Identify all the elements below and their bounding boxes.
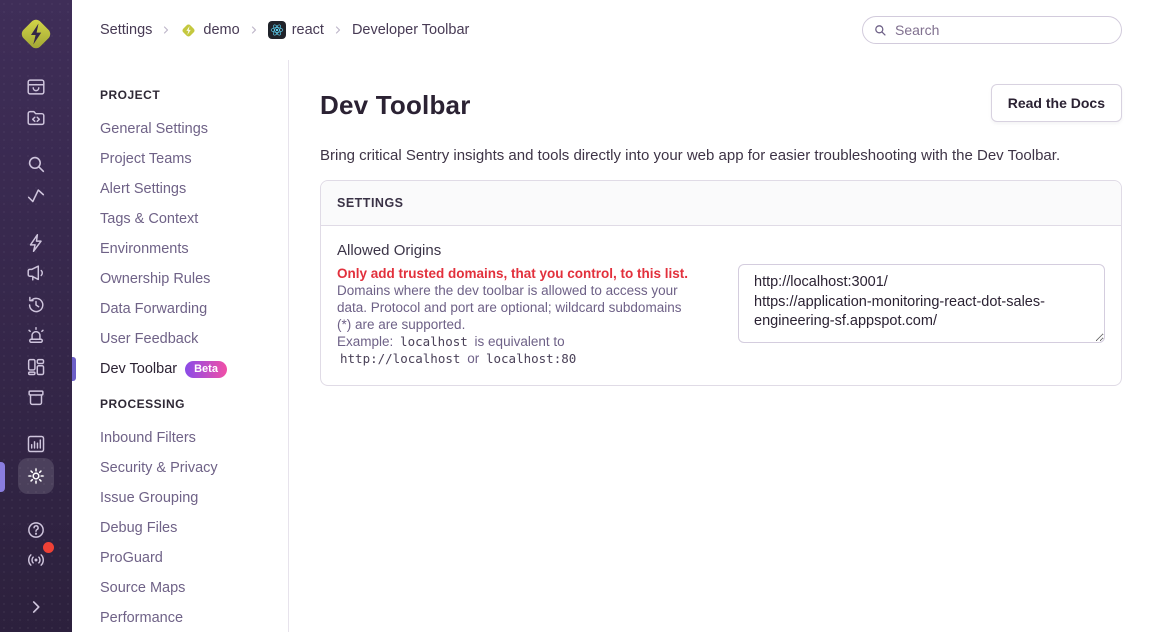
settings-panel-header: SETTINGS: [321, 181, 1121, 226]
breadcrumb: Settings demo react Developer Toolbar: [100, 21, 469, 39]
subnav-item-label: Dev Toolbar: [100, 361, 177, 377]
subnav-item-label: Debug Files: [100, 520, 177, 536]
breadcrumb-org-label: demo: [203, 22, 239, 38]
subnav-item-label: Performance: [100, 610, 183, 626]
allowed-origins-label: Allowed Origins: [337, 242, 689, 259]
search-input[interactable]: [862, 16, 1122, 44]
breadcrumb-settings-label: Settings: [100, 22, 152, 38]
subnav-item-label: User Feedback: [100, 331, 198, 347]
subnav-item-debug-files[interactable]: Debug Files: [72, 513, 288, 543]
page-title: Dev Toolbar: [320, 90, 471, 121]
allowed-origins-help: Domains where the dev toolbar is allowed…: [337, 282, 689, 367]
settings-panel: SETTINGS Allowed Origins Only add truste…: [320, 180, 1122, 386]
releases-box-icon[interactable]: [18, 380, 54, 416]
search-icon: [873, 23, 887, 37]
breadcrumb-page-label: Developer Toolbar: [352, 22, 469, 38]
sidebar-rail: [0, 0, 72, 632]
subnav-item-label: Issue Grouping: [100, 490, 198, 506]
settings-gear-icon[interactable]: [18, 458, 54, 494]
broadcast-icon[interactable]: [18, 542, 54, 578]
subnav-item-label: ProGuard: [100, 550, 163, 566]
subnav-item-security-privacy[interactable]: Security & Privacy: [72, 453, 288, 483]
allowed-origins-textarea[interactable]: http://localhost:3001/ https://applicati…: [738, 264, 1105, 343]
settings-subnav: PROJECT General Settings Project Teams A…: [72, 60, 289, 632]
subnav-item-label: General Settings: [100, 121, 208, 137]
chevron-right-icon: [332, 24, 344, 36]
megaphone-icon[interactable]: [18, 255, 54, 291]
subnav-item-label: Data Forwarding: [100, 301, 207, 317]
subnav-item-project-teams[interactable]: Project Teams: [72, 144, 288, 174]
subnav-item-environments[interactable]: Environments: [72, 234, 288, 264]
help-text: Domains where the dev toolbar is allowed…: [337, 283, 681, 332]
topbar: Settings demo react Developer Toolbar: [72, 0, 1153, 60]
subnav-item-performance[interactable]: Performance: [72, 603, 288, 633]
allowed-origins-warning: Only add trusted domains, that you contr…: [337, 265, 689, 282]
react-logo-icon: [268, 21, 286, 39]
main-content: Dev Toolbar Read the Docs Bring critical…: [289, 60, 1153, 632]
example-or: or: [467, 351, 479, 366]
subnav-item-label: Source Maps: [100, 580, 185, 596]
subnav-item-label: Alert Settings: [100, 181, 186, 197]
subnav-item-proguard[interactable]: ProGuard: [72, 543, 288, 573]
subnav-item-source-maps[interactable]: Source Maps: [72, 573, 288, 603]
subnav-item-ownership-rules[interactable]: Ownership Rules: [72, 264, 288, 294]
trace-pulse-icon[interactable]: [18, 178, 54, 214]
subnav-item-user-feedback[interactable]: User Feedback: [72, 324, 288, 354]
subnav-item-dev-toolbar[interactable]: Dev Toolbar Beta: [72, 354, 288, 384]
chevron-right-icon: [248, 24, 260, 36]
example-code: http://localhost: [340, 351, 460, 366]
stats-chart-icon[interactable]: [18, 426, 54, 462]
example-code: localhost: [400, 334, 468, 349]
subnav-item-label: Environments: [100, 241, 189, 257]
page-description: Bring critical Sentry insights and tools…: [320, 147, 1122, 164]
projects-code-icon[interactable]: [18, 100, 54, 136]
subnav-item-inbound-filters[interactable]: Inbound Filters: [72, 423, 288, 453]
breadcrumb-org[interactable]: demo: [180, 22, 239, 39]
subnav-item-label: Security & Privacy: [100, 460, 218, 476]
subnav-item-label: Ownership Rules: [100, 271, 210, 287]
breadcrumb-project-label: react: [292, 22, 324, 38]
search-container: [862, 16, 1122, 44]
search-explore-icon[interactable]: [18, 146, 54, 182]
read-the-docs-button[interactable]: Read the Docs: [991, 84, 1122, 122]
beta-badge: Beta: [185, 361, 227, 378]
subnav-item-label: Project Teams: [100, 151, 192, 167]
subnav-section-project: PROJECT: [72, 88, 288, 102]
example-mid: is equivalent to: [475, 334, 565, 349]
notification-dot: [43, 542, 54, 553]
example-code: localhost:80: [486, 351, 576, 366]
subnav-item-tags-context[interactable]: Tags & Context: [72, 204, 288, 234]
subnav-item-label: Inbound Filters: [100, 430, 196, 446]
subnav-item-label: Tags & Context: [100, 211, 198, 227]
example-prefix: Example:: [337, 334, 393, 349]
subnav-active-indicator: [72, 357, 76, 381]
subnav-item-issue-grouping[interactable]: Issue Grouping: [72, 483, 288, 513]
org-avatar-icon: [180, 22, 197, 39]
org-logo[interactable]: [16, 14, 56, 54]
subnav-item-data-forwarding[interactable]: Data Forwarding: [72, 294, 288, 324]
chevron-right-icon: [160, 24, 172, 36]
rail-active-indicator: [0, 462, 5, 492]
breadcrumb-settings[interactable]: Settings: [100, 22, 152, 38]
breadcrumb-project[interactable]: react: [268, 21, 324, 39]
collapse-chevron-icon[interactable]: [18, 589, 54, 625]
subnav-item-general-settings[interactable]: General Settings: [72, 114, 288, 144]
breadcrumb-page: Developer Toolbar: [352, 22, 469, 38]
subnav-item-alert-settings[interactable]: Alert Settings: [72, 174, 288, 204]
subnav-section-processing: PROCESSING: [72, 397, 288, 411]
